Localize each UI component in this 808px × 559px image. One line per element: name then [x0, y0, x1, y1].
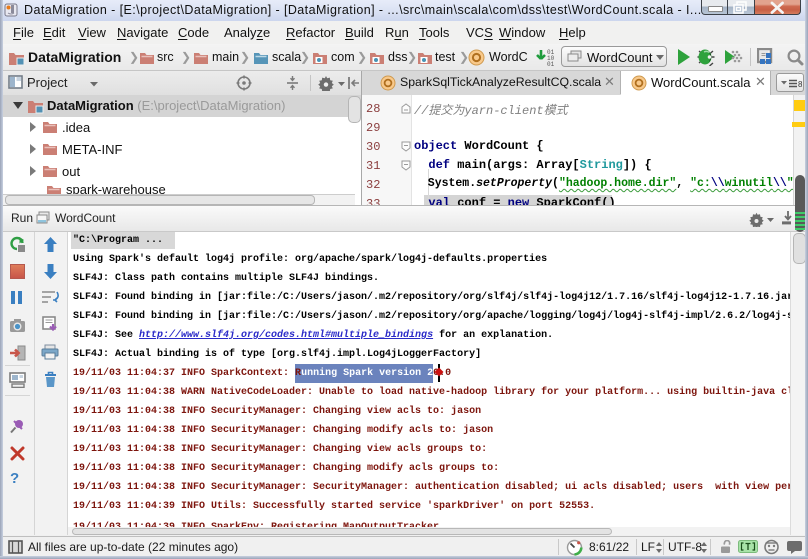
svg-text:01: 01 — [547, 61, 555, 67]
svg-text:8: 8 — [798, 80, 802, 89]
